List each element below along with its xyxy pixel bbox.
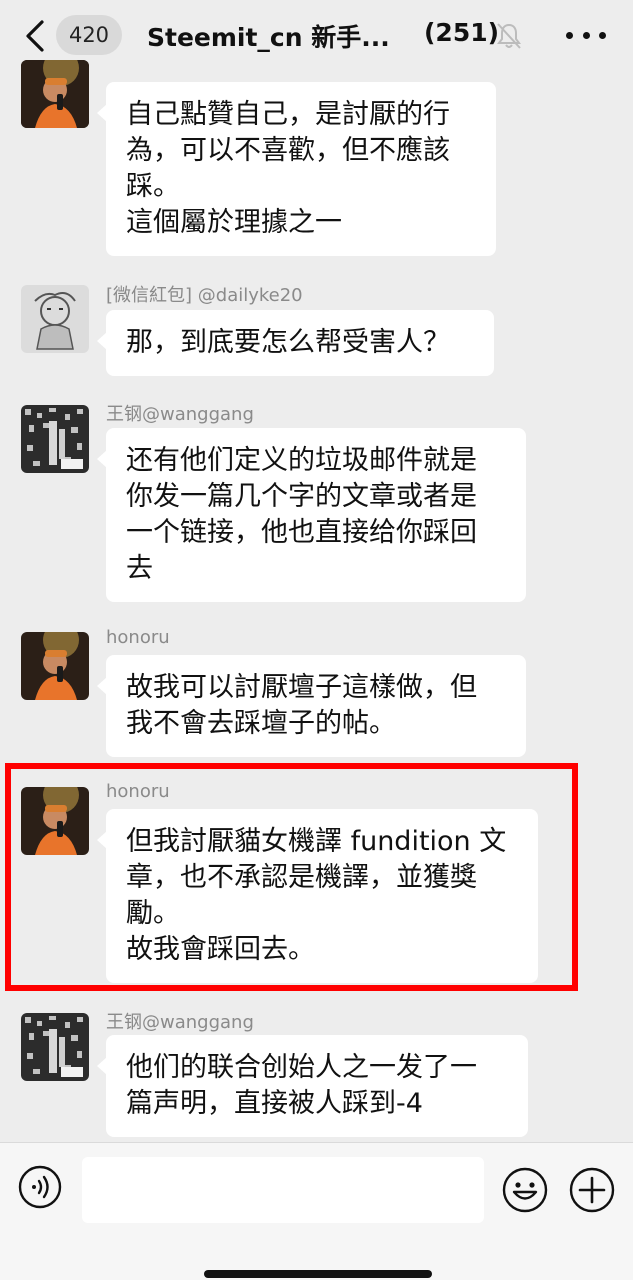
honoru-avatar [21,632,89,700]
input-bar [0,1142,633,1280]
plus-button[interactable] [569,1167,615,1213]
more-dot [566,31,573,39]
emoji-button[interactable] [502,1167,548,1213]
bell-muted-icon [497,23,521,49]
honoru-avatar [21,60,89,128]
voice-icon [18,1165,62,1209]
message-bubble[interactable]: 故我可以討厭壇子這樣做，但 我不會去踩壇子的帖。 [97,655,526,757]
wanggang-avatar [21,405,89,473]
highlight-annotation [5,763,578,991]
message-bubble[interactable]: 他们的联合创始人之一发了一 篇声明，直接被人踩到-4 [97,1035,528,1137]
message-input[interactable] [82,1157,484,1223]
sender-name: [微信紅包] @dailyke20 [106,285,303,306]
chat-title: Steemit_cn 新手... [147,23,390,52]
sender-name: honoru [106,627,170,648]
unread-count-badge[interactable]: 420 [56,15,122,55]
message-bubble[interactable]: 那，到底要怎么帮受害人？ [97,310,494,376]
message-bubble[interactable]: 还有他们定义的垃圾邮件就是 你发一篇几个字的文章或者是 一个链接，他也直接给你踩… [97,428,526,602]
voice-button[interactable] [18,1165,62,1209]
sender-name: 王钢@wanggang [106,1012,254,1033]
avatar[interactable] [21,632,89,700]
avatar[interactable] [21,405,89,473]
chevron-left-icon [26,20,44,52]
more-button[interactable] [566,20,606,50]
emoji-icon [502,1167,548,1213]
more-dot [582,31,590,39]
avatar[interactable] [21,60,89,128]
chat-header: 420 Steemit_cn 新手... (251) [0,0,633,72]
dailyke20-avatar [21,285,89,353]
plus-icon [569,1167,615,1213]
wanggang-avatar [21,1013,89,1081]
member-count: (251) [424,18,500,47]
message-bubble[interactable]: 自己點贊自己，是討厭的行 為，可以不喜歡，但不應該 踩。 這個屬於理據之一 [97,82,496,256]
sender-name: 王钢@wanggang [106,404,254,425]
avatar[interactable] [21,285,89,353]
home-indicator[interactable] [204,1270,432,1278]
more-dot [599,31,606,39]
back-button[interactable] [20,18,50,54]
avatar[interactable] [21,1013,89,1081]
